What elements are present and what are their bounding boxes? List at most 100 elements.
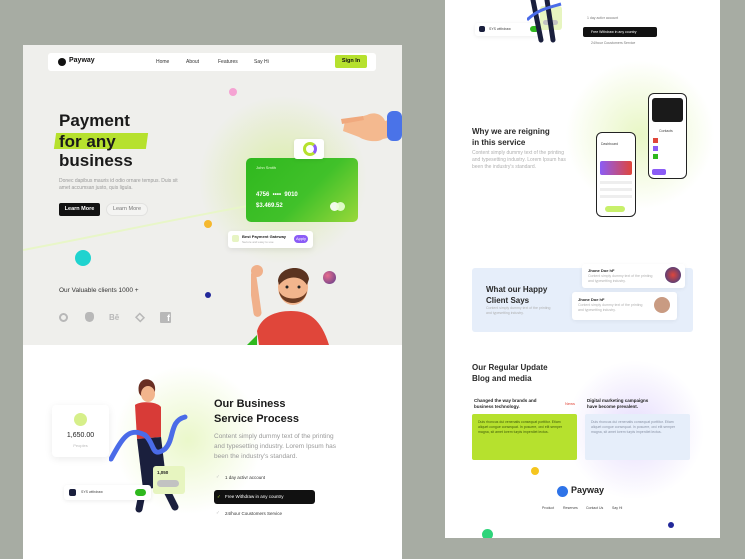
people-stat-label: Peoples (73, 443, 88, 448)
nav-home[interactable]: Home (156, 59, 169, 65)
blog-post-title: business technology. (474, 404, 520, 409)
reign-title-line2: in this service (472, 138, 526, 147)
gateway-title: Best Payment Gateway (242, 234, 287, 239)
payway-logo-icon (58, 58, 66, 66)
check-icon: ✓ (217, 494, 221, 499)
top-navbar: Payway Home About Features Say Hi (48, 53, 376, 71)
blog-post-title: have become prevalent. (587, 404, 639, 409)
top-step-2: Free Withdraw in any country (591, 29, 637, 34)
footer-link-contact[interactable]: Contact Us (586, 506, 603, 511)
phone-dark-card (652, 98, 683, 122)
top-step-3: 24/hour Coustomers Service (591, 41, 636, 45)
phone-row (600, 188, 632, 191)
testimonials-section: What our Happy Client Says Content simpl… (472, 264, 693, 332)
check-icon: ✓ (216, 474, 220, 479)
nav-say-hi[interactable]: Say Hi (254, 59, 269, 65)
contact-avatar (653, 146, 658, 151)
hand-illustration (341, 111, 402, 142)
people-stat-value: 1,650.00 (66, 432, 95, 439)
brand-name[interactable]: Payway (69, 57, 95, 64)
phone-mockup-right: Contacts (648, 93, 687, 179)
apple-icon (85, 312, 94, 322)
blog-title-line2: Blog and media (472, 374, 532, 383)
phone-row (600, 195, 632, 198)
top-step-1: 1 day activr account (587, 16, 619, 20)
sign-in-button[interactable]: Sign In (335, 55, 367, 68)
hero-title-line3: business (59, 151, 133, 170)
process-title-line2: Service Process (214, 413, 300, 425)
reign-body-line3: been the industry's standard. (472, 164, 537, 170)
phone-contacts-label: Contacts (659, 129, 673, 133)
footer-link-product[interactable]: Product (542, 506, 554, 511)
yellow-dot-decor (531, 467, 539, 475)
reign-glow (565, 60, 715, 210)
contact-avatar (653, 138, 658, 143)
avatar (654, 297, 670, 313)
check-icon: ✓ (216, 510, 220, 515)
credit-card: John Smith 4756 •••• 9010 $3.469.52 (246, 158, 358, 222)
blog-card-green: Duis rhoncus dui venenatis consequat por… (472, 414, 577, 460)
phone-button (605, 206, 625, 212)
chrome-icon (59, 313, 68, 322)
process-body-line2: and typesetting industry. Lorem Ipsum ha… (214, 443, 336, 450)
facebook-icon: f (160, 312, 171, 323)
nav-features[interactable]: Features (218, 59, 238, 65)
learn-more-button[interactable]: Learn More (59, 203, 100, 216)
mini-stat-card: 1,050 (153, 466, 185, 494)
footer-link-reserves[interactable]: Reserves (563, 506, 578, 511)
clients-body-line2: and typesetting industry. (486, 311, 524, 315)
blog-title-line1: Our Regular Update (472, 363, 548, 372)
review-name: Jhone Doe hF (588, 268, 615, 273)
woman-illustration-top (527, 0, 562, 43)
phone-dashboard-label: Dashboard (601, 142, 619, 146)
withdraw-label: SYS withdraw (81, 490, 103, 494)
learn-more-secondary-button[interactable]: Learn More (106, 203, 148, 216)
avatar (665, 267, 681, 283)
person-icon (74, 413, 87, 426)
man-illustration (251, 265, 329, 345)
process-title-line1: Our Business (214, 398, 286, 410)
reign-title-line1: Why we are reigning (472, 127, 550, 136)
blog-card-blue: Duis rhoncus dui venenatis consequat por… (585, 414, 690, 460)
wallet-icon (232, 235, 239, 242)
blog-post-title: Digital marketing campaigns (587, 398, 649, 403)
review-text: Content simply dummy text of the printin… (578, 303, 643, 312)
phone-card (600, 161, 632, 175)
hero-body-line1: Donec dapibus mauris id odio ornare temp… (59, 178, 178, 184)
review-card-2: Jhone Doe hF Content simply dummy text o… (572, 292, 677, 320)
blog-post-title: Changed the way brands and (474, 398, 537, 403)
blog-post-2[interactable]: Digital marketing campaigns have become … (585, 396, 693, 460)
clients-label: Our Valuable clients 1000 + (59, 287, 139, 294)
phone-row (600, 181, 632, 184)
footer-brand[interactable]: Payway (571, 485, 604, 495)
review-card-1: Jhone Doe hF Content simply dummy text o… (582, 264, 685, 288)
hero-title-line1: Payment (59, 111, 130, 130)
hero-body-line2: amet accumsan justo, quis ligula. (59, 185, 133, 191)
donut-widget (294, 139, 324, 159)
wallet-icon (479, 26, 485, 32)
process-body-line3: been the industry's standard. (214, 453, 298, 460)
mini-stat-value: 1,050 (157, 470, 169, 475)
people-stat-card: 1,650.00 Peoples (52, 405, 109, 457)
blog-post-1[interactable]: Changed the way brands and business tech… (472, 396, 580, 460)
business-process-section: 1,650.00 Peoples 1,050 SYS withdraw Our … (23, 345, 402, 559)
gateway-card: Best Payment Gateway Secure and easy to … (228, 231, 313, 248)
withdraw-toggle[interactable] (135, 489, 146, 496)
behance-icon: Bē (109, 313, 120, 322)
gateway-apply-button[interactable]: Apply (294, 235, 308, 243)
blog-post-tag: News (565, 401, 576, 406)
footer-link-say-hi[interactable]: Say Hi (612, 506, 622, 511)
landing-page-right: SYS withdraw 1 day activr account Free W… (445, 0, 720, 538)
top-withdraw-label: SYS withdraw (489, 27, 511, 31)
nav-about[interactable]: About (186, 59, 199, 65)
blue-dot-decor (668, 522, 674, 528)
top-step-active[interactable]: Free Withdraw in any country (583, 27, 657, 37)
process-body-line1: Content simply dummy text of the printin… (214, 433, 334, 440)
process-step-2: Free Withdraw in any country (225, 494, 284, 499)
contact-avatar (653, 154, 658, 159)
card-balance: $3.469.52 (256, 203, 283, 209)
review-text: Content simply dummy text of the printin… (588, 274, 653, 283)
process-step-active[interactable]: ✓ Free Withdraw in any country (214, 490, 315, 504)
review-name: Jhone Doe hF (578, 297, 605, 302)
gateway-subtitle: Secure and easy to use (242, 240, 274, 244)
